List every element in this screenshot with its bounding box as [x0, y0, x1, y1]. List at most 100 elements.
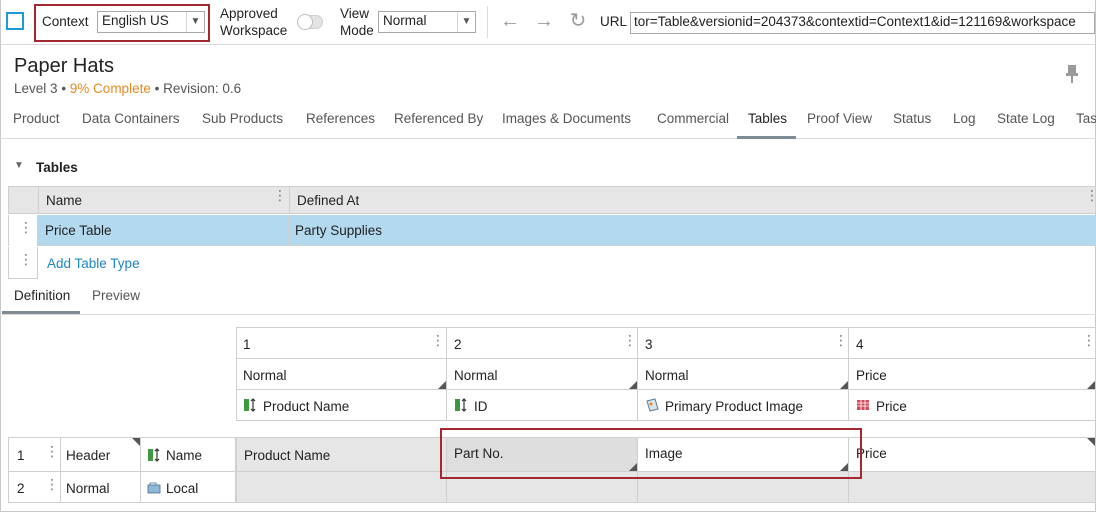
tab-referenced-by[interactable]: Referenced By [394, 111, 483, 126]
chevron-down-icon: ▼ [186, 12, 204, 32]
refresh-icon[interactable]: ↻ [567, 11, 589, 31]
chevron-down-icon[interactable]: ▼ [14, 160, 24, 171]
corner-marker-icon [629, 381, 637, 389]
row-menu-icon[interactable]: ⋮ [19, 252, 33, 266]
subtab-definition[interactable]: Definition [14, 288, 70, 303]
image-reference-icon [646, 398, 659, 412]
price-table-icon [857, 400, 869, 410]
header-cell[interactable]: Product Name [236, 437, 447, 472]
tables-grid-header: Name ⋮ Defined At ⋮ [8, 186, 1096, 214]
data-cell[interactable] [848, 471, 1096, 503]
attribute-icon [148, 448, 160, 462]
bullet-separator: • [61, 81, 70, 96]
column-def-attribute-cell[interactable]: ID [446, 389, 638, 421]
column-def-attribute-cell[interactable]: Product Name [236, 389, 447, 421]
row-menu-icon[interactable]: ⋮ [45, 477, 59, 491]
column-menu-icon[interactable]: ⋮ [623, 333, 637, 347]
column-menu-icon[interactable]: ⋮ [431, 333, 445, 347]
toggle-knob [297, 14, 313, 30]
local-icon [147, 482, 161, 494]
row-menu-icon[interactable]: ⋮ [45, 444, 59, 458]
column-menu-icon[interactable]: ⋮ [1085, 188, 1096, 202]
column-type: Normal [454, 368, 498, 383]
section-title-tables: Tables [36, 160, 78, 175]
column-def-type-cell[interactable]: Normal [446, 358, 638, 390]
column-def-type-cell[interactable]: Normal [236, 358, 447, 390]
column-def-attribute-cell[interactable]: Price [848, 389, 1096, 421]
column-divider [289, 187, 290, 214]
tab-sub-products[interactable]: Sub Products [202, 111, 283, 126]
back-arrow-icon[interactable]: ← [499, 11, 521, 31]
column-def-number-cell[interactable]: 2 ⋮ [446, 327, 638, 359]
row-number: 2 [17, 481, 25, 496]
column-header-defined-at[interactable]: Defined At [297, 193, 359, 208]
subtab-preview[interactable]: Preview [92, 288, 140, 303]
annotation-highlight-box [440, 428, 862, 479]
column-menu-icon[interactable]: ⋮ [273, 188, 287, 202]
column-type: Normal [645, 368, 689, 383]
attribute-icon [455, 398, 467, 412]
view-mode-select-value: Normal [383, 13, 427, 28]
column-number: 1 [243, 337, 251, 352]
tab-references[interactable]: References [306, 111, 375, 126]
pin-icon[interactable] [1064, 64, 1080, 84]
completeness-text: 9% Complete [69, 81, 151, 96]
view-mode-label-1: View [340, 6, 370, 21]
active-tab-indicator [737, 136, 796, 139]
tab-status[interactable]: Status [893, 111, 931, 126]
column-def-number-cell[interactable]: 3 ⋮ [637, 327, 849, 359]
tab-proof-view[interactable]: Proof View [807, 111, 872, 126]
definition-subtab-bar: Definition Preview [0, 285, 1096, 315]
tab-state-log[interactable]: State Log [997, 111, 1055, 126]
column-def-number-cell[interactable]: 4 ⋮ [848, 327, 1096, 359]
column-type: Price [856, 368, 887, 383]
row-def-number-cell[interactable]: 1 ⋮ [8, 437, 61, 472]
table-row[interactable]: ⋮ Price Table Party Supplies [8, 215, 1096, 246]
row-menu-icon[interactable]: ⋮ [19, 220, 33, 234]
row-def-type-cell[interactable]: Header [60, 437, 141, 472]
row-def-source-cell[interactable]: Local [140, 471, 236, 503]
add-table-type-link[interactable]: Add Table Type [47, 256, 140, 271]
column-header-name[interactable]: Name [46, 193, 82, 208]
url-input[interactable]: tor=Table&versionid=204373&contextid=Con… [630, 12, 1095, 34]
header-cell[interactable]: Price [848, 437, 1096, 472]
tab-commercial[interactable]: Commercial [657, 111, 729, 126]
row-name-cell[interactable]: Price Table [45, 223, 112, 238]
tab-log[interactable]: Log [953, 111, 976, 126]
column-attribute-name: Product Name [263, 399, 350, 414]
column-menu-icon[interactable]: ⋮ [834, 333, 848, 347]
data-cell[interactable] [236, 471, 447, 503]
tab-tasks[interactable]: Tas [1076, 111, 1096, 126]
row-defined-at-cell[interactable]: Party Supplies [295, 223, 382, 238]
row-number: 1 [17, 448, 25, 463]
view-mode-select[interactable]: Normal ▼ [378, 11, 476, 33]
bullet-separator: • [154, 81, 164, 96]
column-number: 4 [856, 337, 864, 352]
corner-marker-icon [1087, 438, 1095, 446]
row-def-number-cell[interactable]: 2 ⋮ [8, 471, 61, 503]
tab-images-documents[interactable]: Images & Documents [502, 111, 631, 126]
row-def-type-cell[interactable]: Normal [60, 471, 141, 503]
app-logo-icon[interactable] [6, 12, 24, 30]
tab-product[interactable]: Product [13, 111, 60, 126]
column-menu-icon[interactable]: ⋮ [1082, 333, 1096, 347]
header-cell-text: Product Name [244, 448, 331, 463]
approved-workspace-label-2: Workspace [220, 23, 288, 38]
tab-bar: Product Data Containers Sub Products Ref… [0, 109, 1096, 139]
row-def-source-cell[interactable]: Name [140, 437, 236, 472]
column-def-attribute-cell[interactable]: Primary Product Image [637, 389, 849, 421]
column-def-type-cell[interactable]: Price [848, 358, 1096, 390]
column-def-number-cell[interactable]: 1 ⋮ [236, 327, 447, 359]
toolbar-divider [487, 6, 488, 38]
level-text: Level 3 [14, 81, 58, 96]
row-source-name: Local [166, 481, 199, 496]
tab-data-containers[interactable]: Data Containers [82, 111, 180, 126]
column-type: Normal [243, 368, 287, 383]
column-def-type-cell[interactable]: Normal [637, 358, 849, 390]
view-mode-label-2: Mode [340, 23, 374, 38]
forward-arrow-icon[interactable]: → [533, 11, 555, 31]
column-number: 3 [645, 337, 653, 352]
approved-workspace-toggle[interactable] [297, 14, 323, 30]
tab-tables[interactable]: Tables [748, 111, 787, 126]
context-select[interactable]: English US ▼ [97, 11, 205, 33]
